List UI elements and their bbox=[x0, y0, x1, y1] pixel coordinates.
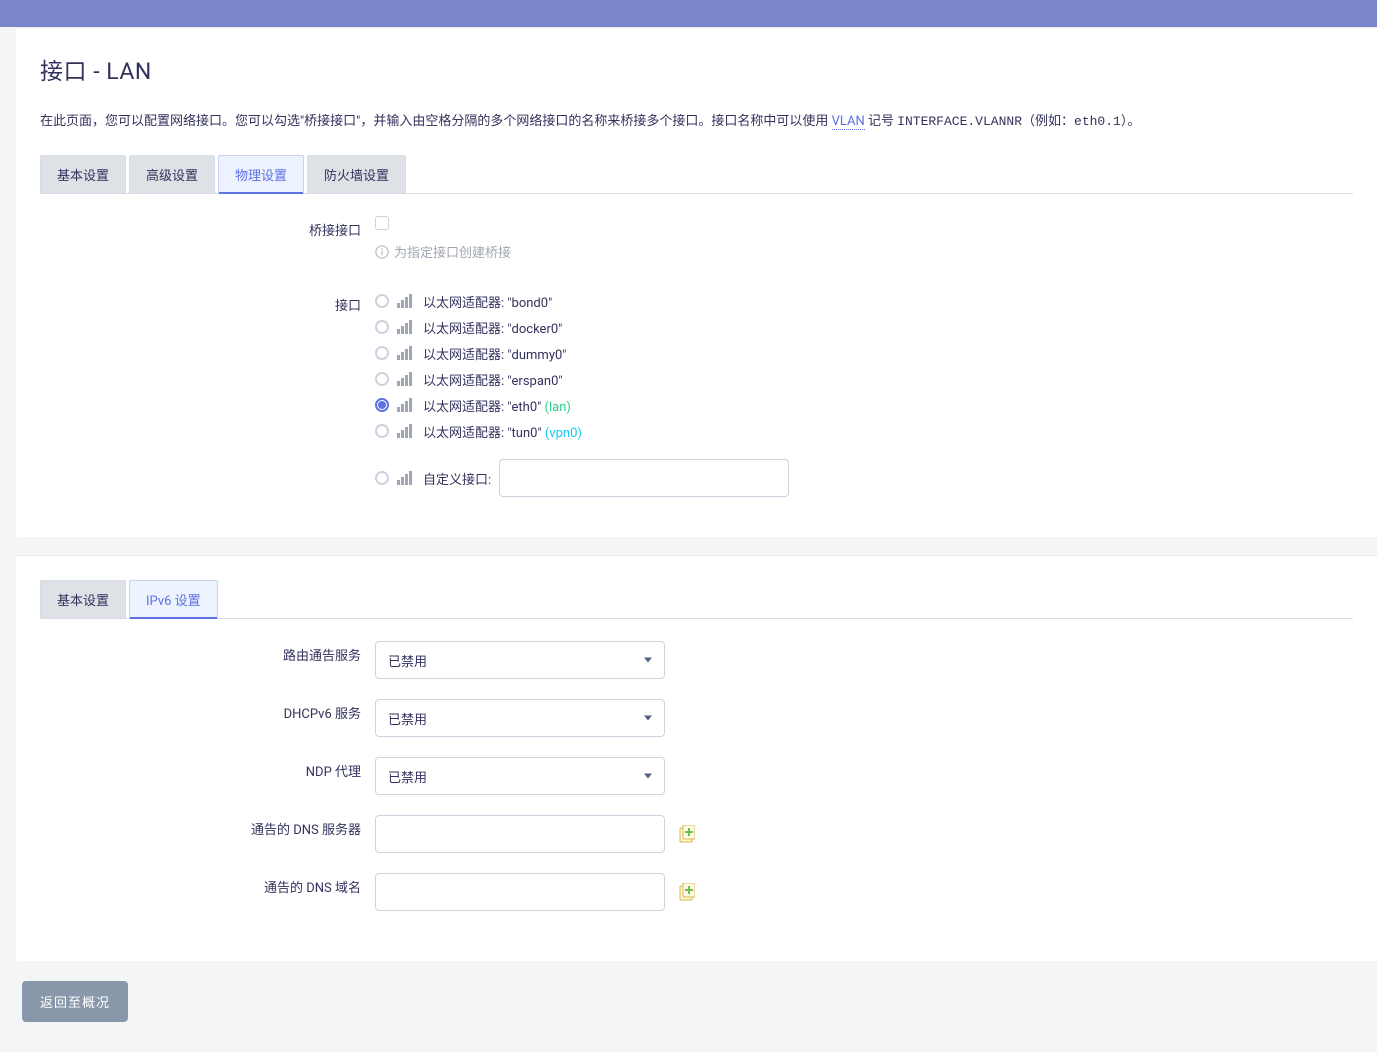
intro-text: 在此页面，您可以配置网络接口。您可以勾选"桥接接口"，并输入由空格分隔的多个网络… bbox=[40, 110, 1353, 129]
dhcpv6-select[interactable]: 已禁用 bbox=[375, 699, 665, 737]
iface-erspan0-label: 以太网适配器: "erspan0" bbox=[423, 370, 563, 389]
dns-domain-label: 通告的 DNS 域名 bbox=[40, 873, 375, 911]
intro-pre: 在此页面，您可以配置网络接口。您可以勾选"桥接接口"，并输入由空格分隔的多个网络… bbox=[40, 114, 832, 129]
iface-eth0-text: 以太网适配器: "eth0" bbox=[423, 400, 545, 415]
tab-dhcp-basic[interactable]: 基本设置 bbox=[40, 580, 126, 618]
tab-basic[interactable]: 基本设置 bbox=[40, 155, 126, 193]
intro-example: eth0.1 bbox=[1074, 114, 1121, 129]
ethernet-icon bbox=[397, 471, 415, 485]
custom-iface-row: 自定义接口: bbox=[375, 459, 1353, 497]
iface-eth0-label: 以太网适配器: "eth0" (lan) bbox=[423, 396, 571, 415]
bridge-label: 桥接接口 bbox=[40, 216, 375, 239]
dns-domain-row: 通告的 DNS 域名 bbox=[40, 873, 1353, 911]
dns-server-label: 通告的 DNS 服务器 bbox=[40, 815, 375, 853]
interface-label: 接口 bbox=[40, 291, 375, 314]
iface-bond0: 以太网适配器: "bond0" bbox=[375, 291, 1353, 311]
bridge-hint-text: 为指定接口创建桥接 bbox=[394, 242, 511, 261]
intro-notation: INTERFACE.VLANNR bbox=[897, 114, 1022, 129]
add-icon[interactable] bbox=[679, 883, 695, 901]
iface-dummy0: 以太网适配器: "dummy0" bbox=[375, 343, 1353, 363]
iface-erspan0: 以太网适配器: "erspan0" bbox=[375, 369, 1353, 389]
intro-example-suffix: ）。 bbox=[1121, 114, 1141, 129]
ndp-label: NDP 代理 bbox=[40, 757, 375, 795]
iface-eth0: 以太网适配器: "eth0" (lan) bbox=[375, 395, 1353, 415]
radio-erspan0[interactable] bbox=[375, 372, 389, 386]
ethernet-icon bbox=[397, 294, 415, 308]
ethernet-icon bbox=[397, 320, 415, 334]
iface-docker0-label: 以太网适配器: "docker0" bbox=[423, 318, 562, 337]
radio-dummy0[interactable] bbox=[375, 346, 389, 360]
dhcpv6-value: 已禁用 bbox=[388, 709, 427, 728]
back-button[interactable]: 返回至概况 bbox=[22, 981, 128, 1022]
dhcpv6-row: DHCPv6 服务 已禁用 bbox=[40, 699, 1353, 737]
interface-card: 接口 - LAN 在此页面，您可以配置网络接口。您可以勾选"桥接接口"，并输入由… bbox=[16, 27, 1377, 537]
ndp-value: 已禁用 bbox=[388, 767, 427, 786]
ethernet-icon bbox=[397, 424, 415, 438]
intro-example-prefix: （例如： bbox=[1022, 114, 1074, 129]
info-icon bbox=[375, 245, 389, 259]
interface-row: 接口 以太网适配器: "bond0" 以太网适配器: "docker0" 以太网… bbox=[40, 291, 1353, 497]
intro-mid: 记号 bbox=[865, 114, 897, 129]
ethernet-icon bbox=[397, 372, 415, 386]
tab-advanced[interactable]: 高级设置 bbox=[129, 155, 215, 193]
interface-list: 以太网适配器: "bond0" 以太网适配器: "docker0" 以太网适配器… bbox=[375, 291, 1353, 441]
radio-tun0[interactable] bbox=[375, 424, 389, 438]
tab-ipv6[interactable]: IPv6 设置 bbox=[129, 580, 218, 618]
tabs-ipv6: 基本设置 IPv6 设置 bbox=[40, 580, 1353, 619]
ra-row: 路由通告服务 已禁用 bbox=[40, 641, 1353, 679]
dhcpv6-label: DHCPv6 服务 bbox=[40, 699, 375, 737]
ra-value: 已禁用 bbox=[388, 651, 427, 670]
ndp-select[interactable]: 已禁用 bbox=[375, 757, 665, 795]
tab-physical[interactable]: 物理设置 bbox=[218, 155, 304, 193]
radio-custom[interactable] bbox=[375, 471, 389, 485]
iface-bond0-label: 以太网适配器: "bond0" bbox=[423, 292, 552, 311]
iface-tun0-text: 以太网适配器: "tun0" bbox=[423, 426, 545, 441]
dns-server-row: 通告的 DNS 服务器 bbox=[40, 815, 1353, 853]
vlan-link[interactable]: VLAN bbox=[832, 114, 865, 130]
dns-server-input[interactable] bbox=[375, 815, 665, 853]
page-title: 接口 - LAN bbox=[40, 52, 1353, 86]
ndp-row: NDP 代理 已禁用 bbox=[40, 757, 1353, 795]
ra-select[interactable]: 已禁用 bbox=[375, 641, 665, 679]
tabs-physical: 基本设置 高级设置 物理设置 防火墙设置 bbox=[40, 155, 1353, 194]
radio-bond0[interactable] bbox=[375, 294, 389, 308]
custom-iface-label: 自定义接口: bbox=[423, 469, 491, 488]
iface-tun0: 以太网适配器: "tun0" (vpn0) bbox=[375, 421, 1353, 441]
ethernet-icon bbox=[397, 398, 415, 412]
radio-eth0[interactable] bbox=[375, 398, 389, 412]
iface-docker0: 以太网适配器: "docker0" bbox=[375, 317, 1353, 337]
bridge-row: 桥接接口 为指定接口创建桥接 bbox=[40, 216, 1353, 261]
iface-tun0-label: 以太网适配器: "tun0" (vpn0) bbox=[423, 422, 582, 441]
tab-firewall[interactable]: 防火墙设置 bbox=[307, 155, 406, 193]
iface-eth0-alias: (lan) bbox=[545, 400, 571, 415]
iface-dummy0-label: 以太网适配器: "dummy0" bbox=[423, 344, 566, 363]
dns-domain-input[interactable] bbox=[375, 873, 665, 911]
custom-iface-input[interactable] bbox=[499, 459, 789, 497]
top-bar bbox=[0, 0, 1377, 27]
bridge-hint: 为指定接口创建桥接 bbox=[375, 242, 1353, 261]
dhcp-card: 基本设置 IPv6 设置 路由通告服务 已禁用 DHCPv6 服务 已禁用 ND… bbox=[16, 555, 1377, 961]
ethernet-icon bbox=[397, 346, 415, 360]
add-icon[interactable] bbox=[679, 825, 695, 843]
bridge-checkbox[interactable] bbox=[375, 216, 389, 230]
radio-docker0[interactable] bbox=[375, 320, 389, 334]
ra-label: 路由通告服务 bbox=[40, 641, 375, 679]
iface-tun0-alias: (vpn0) bbox=[545, 426, 582, 441]
